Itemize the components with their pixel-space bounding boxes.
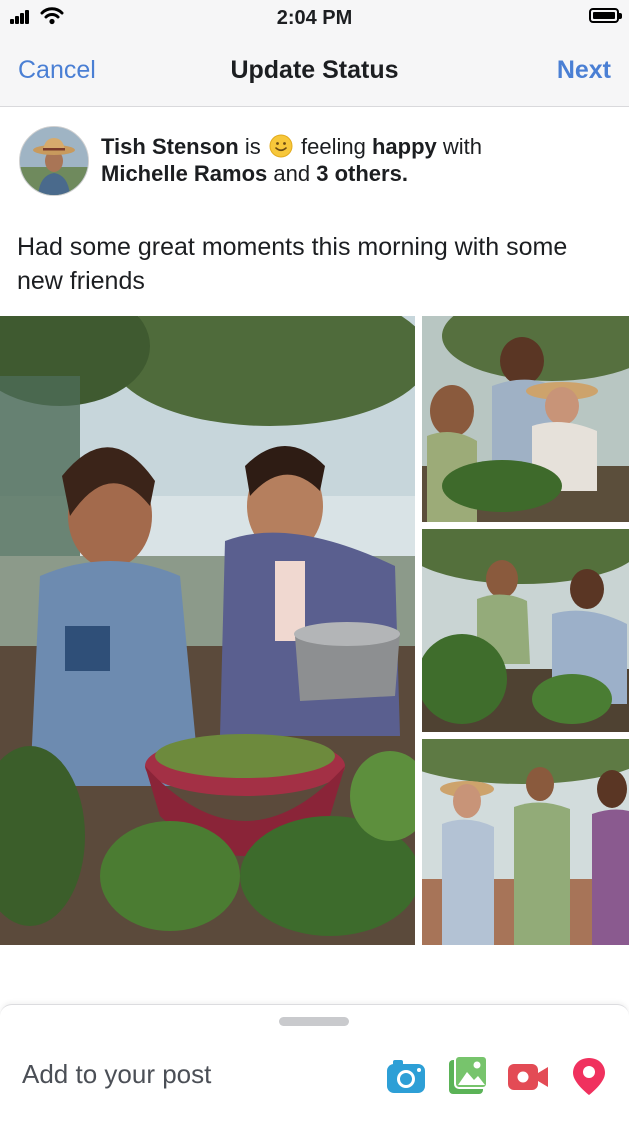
- camera-icon[interactable]: [385, 1055, 427, 1097]
- status-time: 2:04 PM: [276, 7, 353, 29]
- sheet-grabber[interactable]: [279, 1017, 349, 1026]
- feeling-value[interactable]: happy: [372, 134, 437, 159]
- photo-gallery-icon[interactable]: [447, 1055, 489, 1097]
- page-title: Update Status: [230, 56, 399, 84]
- text-feeling: feeling: [301, 134, 366, 159]
- avatar[interactable]: [19, 126, 89, 196]
- video-icon[interactable]: [507, 1055, 549, 1097]
- photo-thumb-3[interactable]: [422, 739, 629, 945]
- photo-thumb-2[interactable]: [422, 529, 629, 732]
- post-text[interactable]: Had some great moments this morning with…: [17, 230, 607, 298]
- status-bar: 2:04 PM: [0, 0, 629, 36]
- next-button[interactable]: Next: [557, 56, 611, 85]
- text-with: with: [442, 134, 483, 159]
- add-to-post-label[interactable]: Add to your post: [22, 1059, 211, 1090]
- tagged-user-name[interactable]: Michelle Ramos: [101, 161, 267, 186]
- post-header-text: Tish Stenson is feeling happy with Michel…: [101, 133, 601, 187]
- user-name[interactable]: Tish Stenson: [101, 134, 239, 159]
- location-pin-icon[interactable]: [568, 1055, 610, 1097]
- nav-bar: Cancel Update Status Next: [0, 36, 629, 107]
- happy-emoji-icon: [269, 134, 293, 158]
- photo-main[interactable]: [0, 316, 415, 945]
- tagged-others[interactable]: 3 others.: [316, 161, 408, 186]
- battery-icon: [589, 8, 622, 23]
- text-is: is: [244, 134, 261, 159]
- text-and: and: [273, 161, 311, 186]
- add-to-post-sheet[interactable]: Add to your post: [0, 1004, 629, 1122]
- photo-thumb-1[interactable]: [422, 316, 629, 522]
